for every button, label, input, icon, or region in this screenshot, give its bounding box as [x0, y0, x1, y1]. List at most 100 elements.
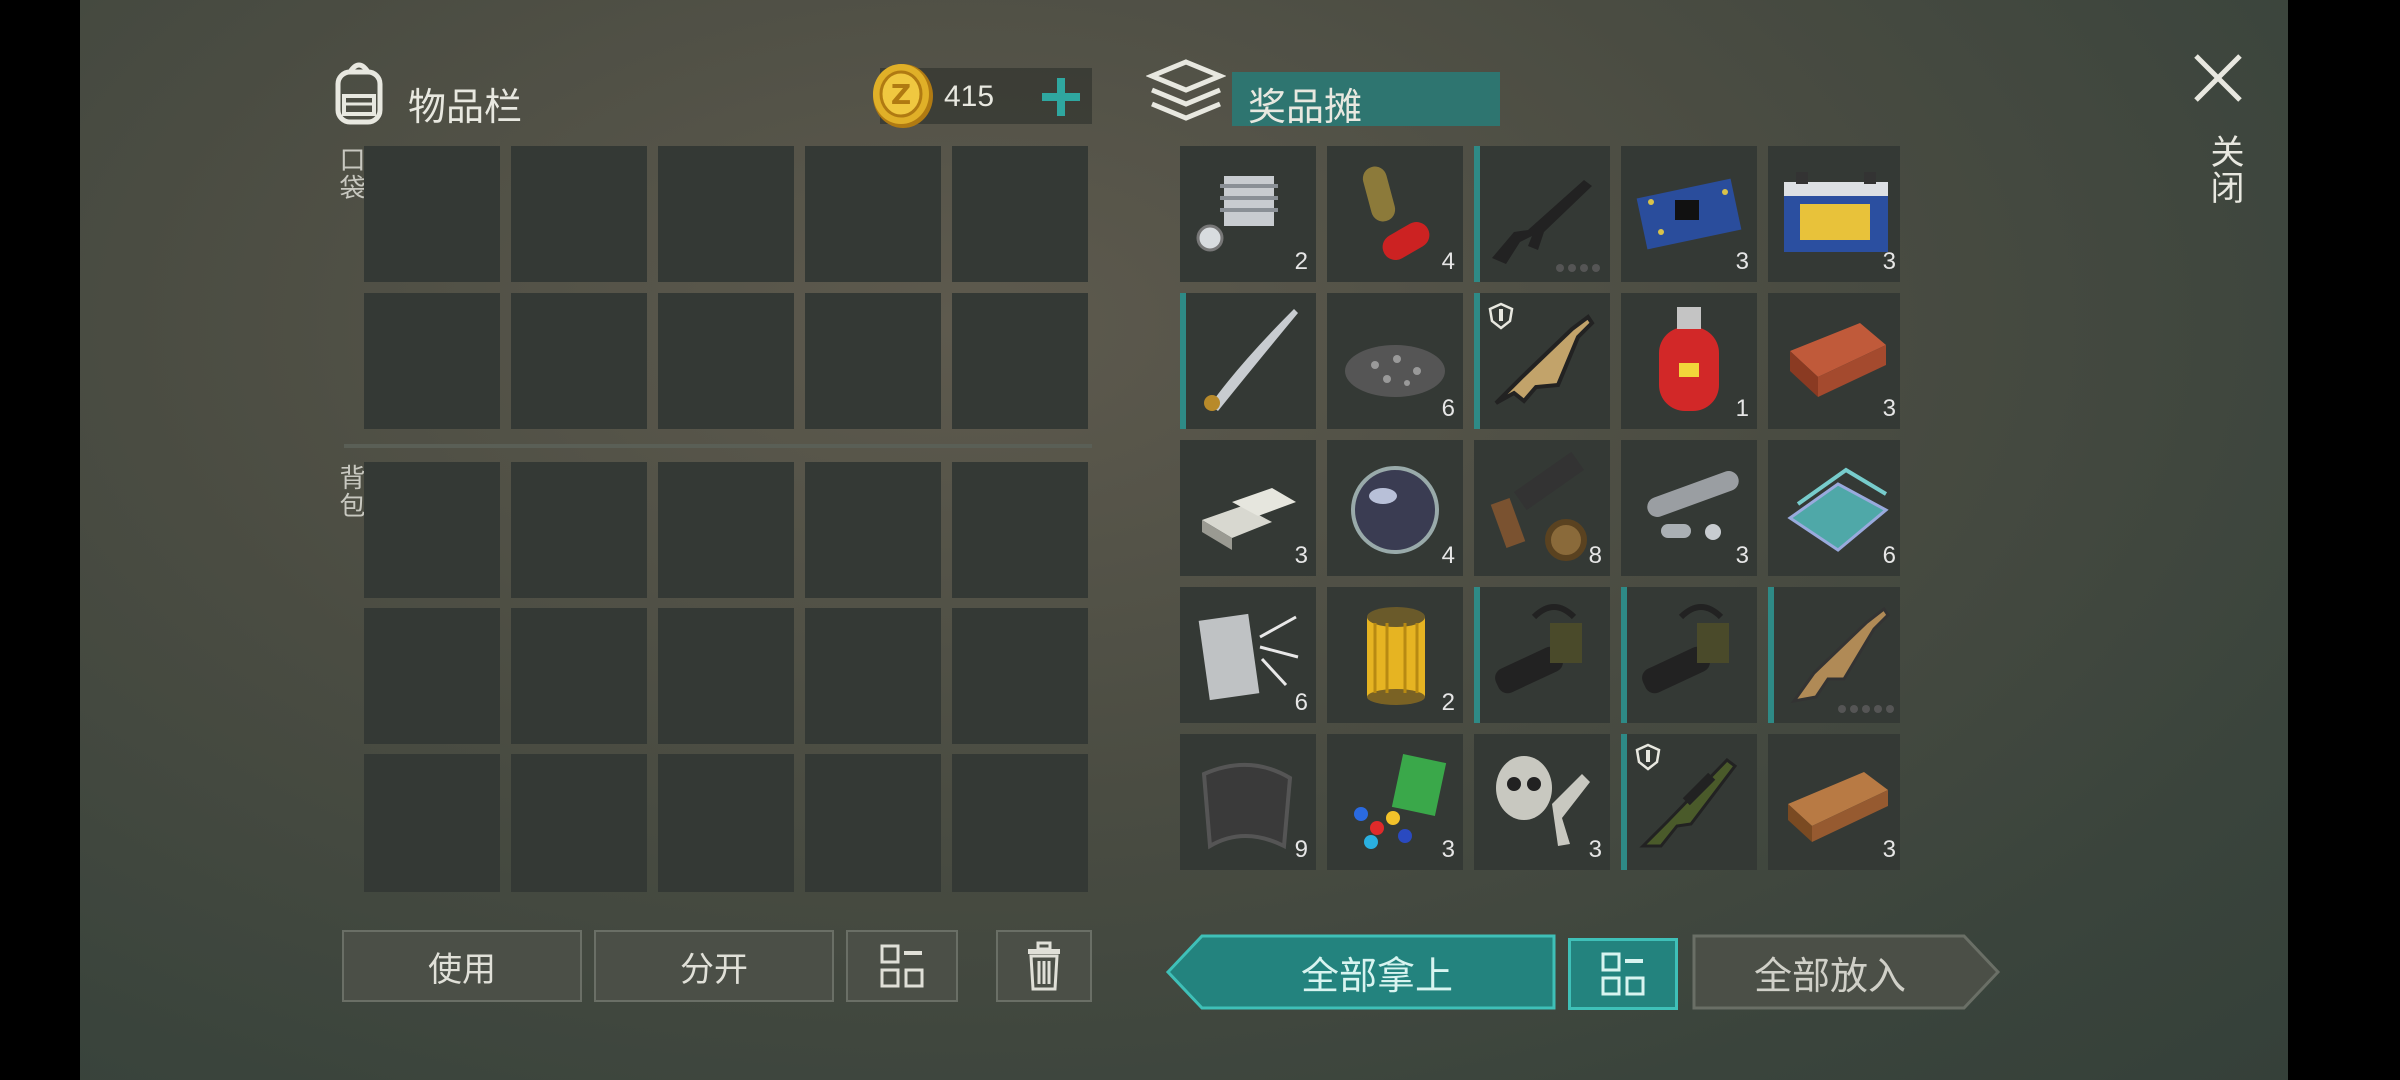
loot-slot[interactable]: 4: [1327, 146, 1463, 282]
item-count: 3: [1588, 836, 1602, 863]
take-all-button[interactable]: 全部拿上: [1166, 934, 1556, 1010]
backpack-slot[interactable]: [952, 608, 1088, 744]
game-screen: 物品栏 Z 415 口袋 背包 使用 分开 奖品摊 2 4 3 3 6 1 3 …: [80, 0, 2288, 1080]
pocket-slot[interactable]: [658, 293, 794, 429]
sort-grid-icon: [1601, 952, 1645, 996]
pocket-slot[interactable]: [511, 146, 647, 282]
item-count: 2: [1441, 689, 1455, 716]
pocket-slot[interactable]: [952, 146, 1088, 282]
item-count: 9: [1294, 836, 1308, 863]
item-count: 4: [1441, 248, 1455, 275]
split-button[interactable]: 分开: [594, 930, 834, 1002]
coin-icon: Z: [870, 60, 936, 130]
mod-slots-indicator: [1838, 705, 1894, 713]
pocket-slot[interactable]: [805, 146, 941, 282]
shield-icon: [1635, 743, 1661, 771]
backpack-slot[interactable]: [952, 754, 1088, 892]
section-divider: [344, 444, 1092, 448]
backpack-slot[interactable]: [658, 462, 794, 598]
loot-slot[interactable]: [1474, 587, 1610, 723]
mod-slots-indicator: [1556, 264, 1600, 272]
item-count: 2: [1294, 248, 1308, 275]
assault-rifle-icon: [1492, 180, 1592, 264]
loot-slot[interactable]: 2: [1327, 587, 1463, 723]
loot-slot[interactable]: 3: [1768, 293, 1900, 429]
svg-text:Z: Z: [891, 78, 911, 111]
backpack-slot[interactable]: [364, 754, 500, 892]
backpack-slot[interactable]: [364, 608, 500, 744]
minigun-icon: [1495, 604, 1582, 694]
item-count: 6: [1882, 542, 1896, 569]
backpack-slot[interactable]: [511, 608, 647, 744]
loot-slot[interactable]: 3: [1621, 440, 1757, 576]
item-count: 3: [1441, 836, 1455, 863]
loot-slot[interactable]: 3: [1621, 146, 1757, 282]
backpack-slot[interactable]: [658, 608, 794, 744]
loot-slot[interactable]: 6: [1768, 440, 1900, 576]
loot-slot[interactable]: [1768, 587, 1900, 723]
katana-icon: [1204, 309, 1298, 411]
delete-button[interactable]: [996, 930, 1092, 1002]
backpack-slot[interactable]: [658, 754, 794, 892]
pocket-slot[interactable]: [658, 146, 794, 282]
use-button[interactable]: 使用: [342, 930, 582, 1002]
loot-slot[interactable]: 3: [1327, 734, 1463, 870]
add-coins-button[interactable]: [1036, 72, 1086, 122]
pocket-slot[interactable]: [364, 293, 500, 429]
loot-slot[interactable]: [1621, 587, 1757, 723]
loot-slot[interactable]: 3: [1768, 734, 1900, 870]
loot-slot[interactable]: 3: [1768, 146, 1900, 282]
loot-slot[interactable]: [1180, 293, 1316, 429]
item-count: 3: [1882, 248, 1896, 275]
loot-slot[interactable]: 6: [1180, 587, 1316, 723]
minigun-icon: [1642, 604, 1729, 694]
item-count: 8: [1588, 542, 1602, 569]
backpack-slot[interactable]: [805, 608, 941, 744]
item-count: 3: [1882, 836, 1896, 863]
close-button[interactable]: [2190, 50, 2246, 106]
loot-slot[interactable]: 9: [1180, 734, 1316, 870]
backpack-slot[interactable]: [511, 462, 647, 598]
loot-slot[interactable]: 2: [1180, 146, 1316, 282]
backpack-slot[interactable]: [364, 462, 500, 598]
item-count: 3: [1735, 248, 1749, 275]
loot-slot[interactable]: 3: [1474, 734, 1610, 870]
scar-rifle-icon: [1790, 606, 1890, 704]
loot-slot[interactable]: 3: [1180, 440, 1316, 576]
loot-slot[interactable]: [1474, 293, 1610, 429]
car-battery-icon: [1784, 172, 1888, 252]
loot-slot[interactable]: [1621, 734, 1757, 870]
take-all-label: 全部拿上: [1300, 953, 1453, 998]
item-count: 3: [1735, 542, 1749, 569]
glass-sheets-icon: [1787, 467, 1889, 552]
inventory-title: 物品栏: [408, 85, 523, 129]
loot-grid: 2 4 3 3 6 1 3 3 4 8 3 6 6 2 9 3 3 3: [1180, 146, 1900, 894]
trash-icon: [1028, 941, 1060, 991]
backpack-slot[interactable]: [952, 462, 1088, 598]
loot-slot[interactable]: [1474, 146, 1610, 282]
pocket-slot[interactable]: [952, 293, 1088, 429]
pocket-slot[interactable]: [805, 293, 941, 429]
sort-grid-icon: [880, 944, 924, 988]
close-label[interactable]: 关闭: [2200, 134, 2249, 206]
pocket-slot[interactable]: [364, 146, 500, 282]
coin-amount: 415: [944, 80, 995, 113]
pocket-slot[interactable]: [511, 293, 647, 429]
put-all-button[interactable]: 全部放入: [1692, 934, 2002, 1010]
loot-slot[interactable]: 4: [1327, 440, 1463, 576]
item-count: 1: [1735, 395, 1749, 422]
loot-slot[interactable]: 8: [1474, 440, 1610, 576]
sort-button[interactable]: [846, 930, 958, 1002]
loot-slot[interactable]: 6: [1327, 293, 1463, 429]
loot-sort-button[interactable]: [1568, 938, 1678, 1010]
stack-icon: [1145, 58, 1227, 130]
shield-icon: [1488, 302, 1514, 330]
item-count: 3: [1294, 542, 1308, 569]
backpack-slot[interactable]: [511, 754, 647, 892]
backpack-icon: [324, 56, 394, 126]
backpack-slot[interactable]: [805, 754, 941, 892]
wood-plank-icon: [1788, 772, 1888, 842]
backpack-slot[interactable]: [805, 462, 941, 598]
close-icon: [2194, 54, 2242, 102]
loot-slot[interactable]: 1: [1621, 293, 1757, 429]
